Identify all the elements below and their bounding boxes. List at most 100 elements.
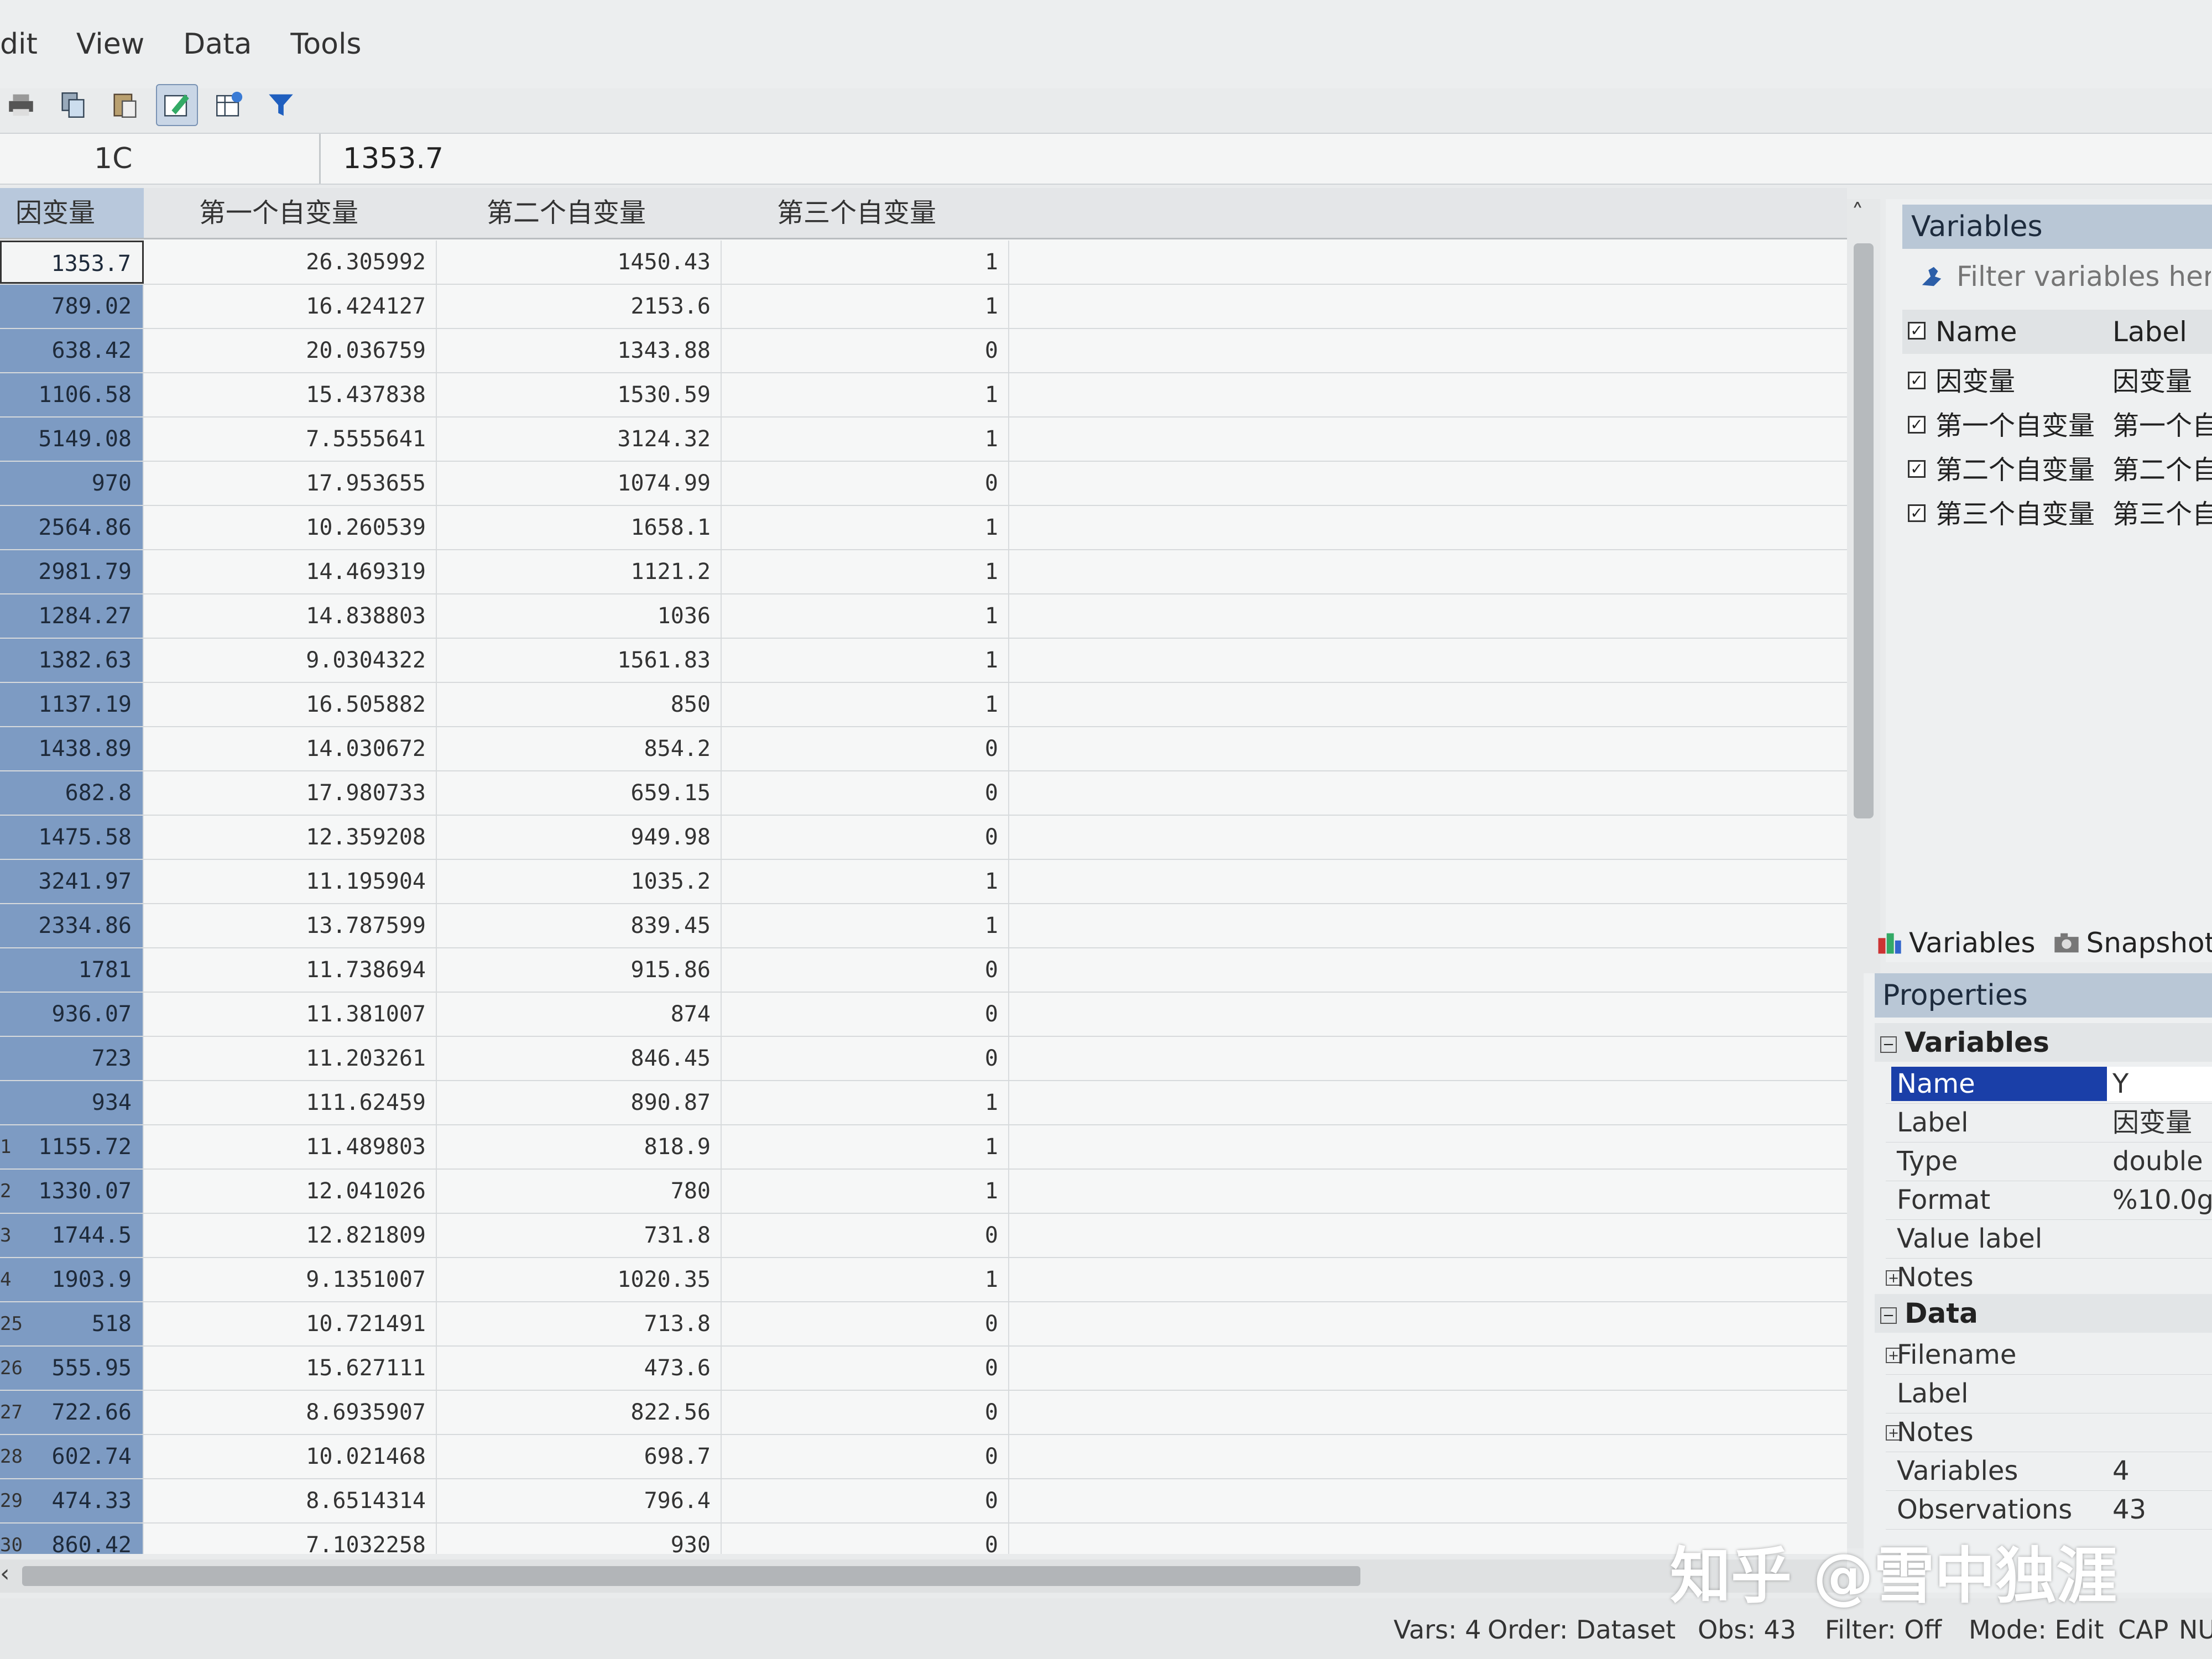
- column-header-x2[interactable]: 第二个自变量: [487, 188, 646, 238]
- browse-icon[interactable]: [208, 84, 250, 126]
- table-cell[interactable]: 0: [722, 329, 1009, 372]
- scroll-thumb[interactable]: [1854, 243, 1874, 818]
- tab-snapshots[interactable]: Snapshots: [2052, 927, 2212, 959]
- scroll-up-icon[interactable]: ˄: [1851, 199, 1864, 227]
- table-cell[interactable]: 17.953655: [147, 462, 437, 505]
- table-cell[interactable]: 1106.58: [0, 373, 144, 416]
- menu-edit[interactable]: dit: [0, 28, 38, 61]
- table-cell[interactable]: 682.8: [0, 771, 144, 815]
- cell-value-field[interactable]: 1353.7: [343, 134, 444, 184]
- table-cell[interactable]: 2981.79: [0, 550, 144, 593]
- table-cell[interactable]: 1: [722, 1081, 1009, 1124]
- table-cell[interactable]: 111.62459: [147, 1081, 437, 1124]
- table-cell[interactable]: 1450.43: [437, 241, 722, 284]
- table-cell[interactable]: 1: [722, 1258, 1009, 1301]
- table-cell[interactable]: 0: [722, 816, 1009, 859]
- table-cell[interactable]: 1438.89: [0, 727, 144, 770]
- property-row[interactable]: Label: [1886, 1374, 2212, 1413]
- table-cell[interactable]: 12.359208: [147, 816, 437, 859]
- table-cell[interactable]: 0: [722, 1214, 1009, 1257]
- empty-cell[interactable]: [1009, 1037, 1847, 1080]
- empty-cell[interactable]: [1009, 550, 1847, 593]
- scroll-thumb-horizontal[interactable]: [22, 1566, 1360, 1586]
- collapse-icon[interactable]: −: [1880, 1036, 1897, 1053]
- checkbox[interactable]: ✓: [1908, 504, 1926, 522]
- empty-cell[interactable]: [1009, 241, 1847, 284]
- table-cell[interactable]: 14.838803: [147, 594, 437, 638]
- table-cell[interactable]: 7.1032258: [147, 1524, 437, 1554]
- table-cell[interactable]: 1: [722, 860, 1009, 903]
- table-cell[interactable]: 3124.32: [437, 418, 722, 461]
- table-cell[interactable]: 789.02: [0, 285, 144, 328]
- property-row[interactable]: Name Y: [1886, 1065, 2212, 1104]
- table-cell[interactable]: 0: [722, 771, 1009, 815]
- table-cell[interactable]: 11.489803: [147, 1125, 437, 1168]
- table-cell[interactable]: 1561.83: [437, 639, 722, 682]
- data-section[interactable]: − Data: [1875, 1294, 2212, 1333]
- table-cell[interactable]: 1020.35: [437, 1258, 722, 1301]
- empty-cell[interactable]: [1009, 594, 1847, 638]
- empty-cell[interactable]: [1009, 993, 1847, 1036]
- table-cell[interactable]: 15.627111: [147, 1347, 437, 1390]
- tab-variables[interactable]: Variables: [1875, 927, 2036, 959]
- table-cell[interactable]: 0: [722, 727, 1009, 770]
- table-cell[interactable]: 2153.6: [437, 285, 722, 328]
- table-cell[interactable]: 839.45: [437, 904, 722, 947]
- list-item[interactable]: ✓ 因变量 因变量: [1902, 359, 2212, 404]
- checkbox[interactable]: ✓: [1908, 372, 1926, 389]
- table-cell[interactable]: 780: [437, 1170, 722, 1213]
- table-cell[interactable]: 1137.19: [0, 683, 144, 726]
- table-cell[interactable]: 0: [722, 1479, 1009, 1522]
- table-cell[interactable]: 8.6935907: [147, 1391, 437, 1434]
- table-cell[interactable]: 8.6514314: [147, 1479, 437, 1522]
- label-column-header[interactable]: Label: [2112, 310, 2212, 354]
- property-row[interactable]: Value label: [1886, 1219, 2212, 1259]
- table-cell[interactable]: 0: [722, 1524, 1009, 1554]
- column-header-x3[interactable]: 第三个自变量: [777, 188, 936, 238]
- table-cell[interactable]: 12.821809: [147, 1214, 437, 1257]
- empty-cell[interactable]: [1009, 1214, 1847, 1257]
- table-cell[interactable]: 14.469319: [147, 550, 437, 593]
- menu-data[interactable]: Data: [183, 28, 252, 61]
- table-cell[interactable]: 15.437838: [147, 373, 437, 416]
- table-cell[interactable]: 0: [722, 1347, 1009, 1390]
- table-cell[interactable]: 1: [722, 904, 1009, 947]
- table-cell[interactable]: 11.381007: [147, 993, 437, 1036]
- empty-cell[interactable]: [1009, 904, 1847, 947]
- edit-icon[interactable]: [156, 84, 198, 126]
- property-row[interactable]: + Notes: [1886, 1413, 2212, 1452]
- table-cell[interactable]: 1343.88: [437, 329, 722, 372]
- table-cell[interactable]: 10.260539: [147, 506, 437, 549]
- checkbox[interactable]: ✓: [1908, 460, 1926, 478]
- table-cell[interactable]: 846.45: [437, 1037, 722, 1080]
- table-cell[interactable]: 9.0304322: [147, 639, 437, 682]
- property-row[interactable]: Label 因变量: [1886, 1103, 2212, 1142]
- table-cell[interactable]: 1284.27: [0, 594, 144, 638]
- empty-cell[interactable]: [1009, 727, 1847, 770]
- empty-cell[interactable]: [1009, 1170, 1847, 1213]
- table-cell[interactable]: 1: [722, 594, 1009, 638]
- table-cell[interactable]: 698.7: [437, 1435, 722, 1478]
- table-cell[interactable]: 1382.63: [0, 639, 144, 682]
- table-cell[interactable]: 5149.08: [0, 418, 144, 461]
- empty-cell[interactable]: [1009, 860, 1847, 903]
- table-cell[interactable]: 1: [722, 241, 1009, 284]
- table-cell[interactable]: 1658.1: [437, 506, 722, 549]
- collapse-icon[interactable]: −: [1880, 1307, 1897, 1324]
- table-cell[interactable]: 1: [722, 506, 1009, 549]
- property-row[interactable]: Observations 43: [1886, 1490, 2212, 1530]
- table-cell[interactable]: 1035.2: [437, 860, 722, 903]
- empty-cell[interactable]: [1009, 639, 1847, 682]
- table-cell[interactable]: 16.505882: [147, 683, 437, 726]
- table-cell[interactable]: 1744.5: [0, 1214, 144, 1257]
- list-item[interactable]: ✓ 第一个自变量 第一个自: [1902, 404, 2212, 448]
- table-cell[interactable]: 17.980733: [147, 771, 437, 815]
- table-cell[interactable]: 731.8: [437, 1214, 722, 1257]
- table-cell[interactable]: 9.1351007: [147, 1258, 437, 1301]
- table-cell[interactable]: 0: [722, 1435, 1009, 1478]
- filter-icon[interactable]: [260, 84, 302, 126]
- empty-cell[interactable]: [1009, 418, 1847, 461]
- select-all-checkbox[interactable]: ✓: [1908, 322, 1926, 340]
- table-cell[interactable]: 1121.2: [437, 550, 722, 593]
- table-cell[interactable]: 3241.97: [0, 860, 144, 903]
